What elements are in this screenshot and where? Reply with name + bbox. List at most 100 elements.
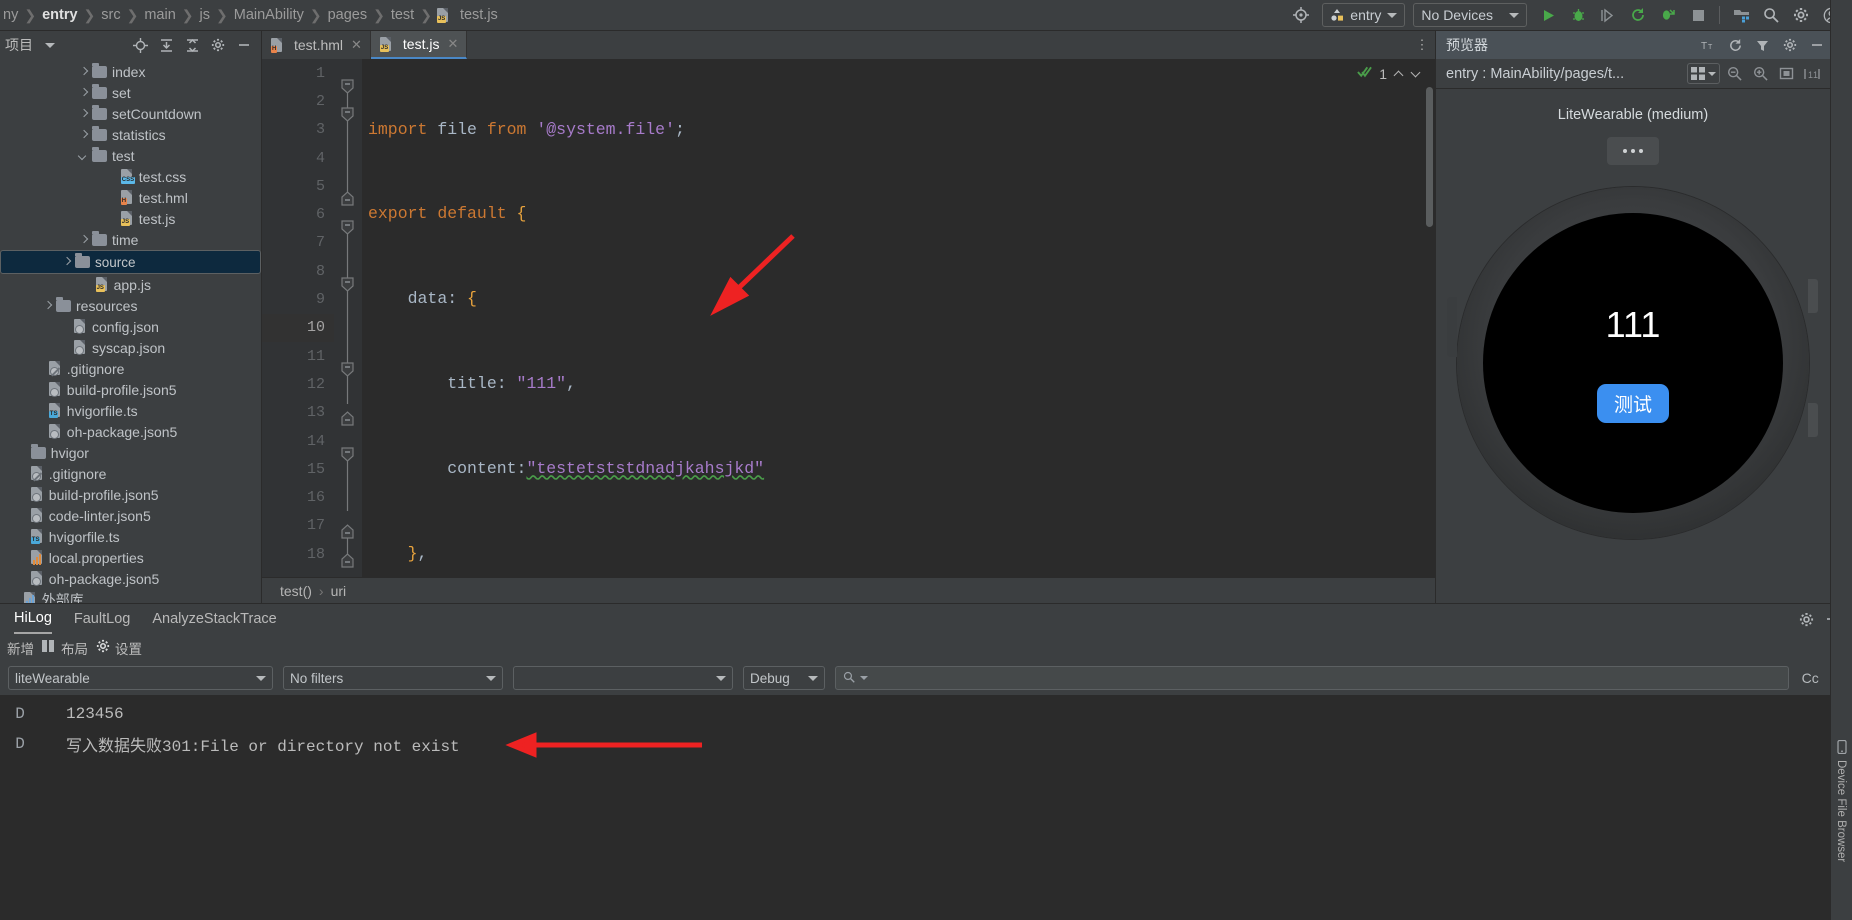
breadcrumb-item-6[interactable]: pages	[327, 7, 369, 23]
process-filter-select[interactable]: No filters	[283, 666, 503, 690]
more-options-icon[interactable]: ⋮	[1409, 31, 1435, 59]
chevron-right-icon[interactable]	[78, 66, 90, 78]
settings-icon[interactable]	[1794, 608, 1818, 630]
breadcrumb-item-1[interactable]: entry	[41, 7, 78, 23]
tree-item-test[interactable]: test	[0, 145, 261, 166]
match-case-toggle[interactable]: Cc	[1799, 670, 1822, 686]
expand-all-icon[interactable]	[154, 34, 178, 56]
rerun-icon[interactable]	[1623, 2, 1653, 28]
tree-item-code-linter-json5[interactable]: code-linter.json5	[0, 505, 261, 526]
tree-item-source[interactable]: source	[0, 250, 261, 274]
settings-icon[interactable]	[206, 34, 230, 56]
tree-item-setcountdown[interactable]: setCountdown	[0, 103, 261, 124]
more-dots-icon[interactable]	[1607, 137, 1659, 165]
tree-item-resources[interactable]: resources	[0, 295, 261, 316]
target-icon[interactable]	[1286, 2, 1316, 28]
debug-icon[interactable]	[1563, 2, 1593, 28]
preview-test-button[interactable]: 测试	[1596, 383, 1669, 423]
level-filter-select[interactable]: Debug	[743, 666, 825, 690]
settings-icon[interactable]	[1786, 2, 1816, 28]
collapse-all-icon[interactable]	[180, 34, 204, 56]
tree-item-build-profile-json5[interactable]: build-profile.json5	[0, 379, 261, 400]
stop-icon[interactable]	[1683, 2, 1713, 28]
chevron-down-icon[interactable]	[860, 676, 868, 680]
filter-icon[interactable]	[1749, 33, 1776, 57]
tree-item-index[interactable]: index	[0, 61, 261, 82]
close-icon[interactable]: ✕	[351, 37, 362, 53]
tree-item-test-hml[interactable]: Htest.hml	[0, 187, 261, 208]
extra-filter-select[interactable]	[513, 666, 733, 690]
tree-item-oh-package-json5[interactable]: oh-package.json5	[0, 421, 261, 442]
chevron-right-icon[interactable]	[78, 87, 90, 99]
tree-item-config-json[interactable]: config.json	[0, 316, 261, 337]
chevron-down-icon[interactable]	[1411, 69, 1421, 79]
inspection-status[interactable]: 1	[1357, 65, 1421, 82]
fit-screen-icon[interactable]	[1774, 62, 1798, 85]
tree-item--gitignore[interactable]: ​.gitignore	[0, 358, 261, 379]
device-combo[interactable]: No Devices	[1413, 3, 1527, 27]
chevron-right-icon[interactable]	[61, 256, 73, 268]
device-filter-select[interactable]: liteWearable	[8, 666, 273, 690]
tree-item--gitignore[interactable]: .gitignore	[0, 463, 261, 484]
log-tool-settings[interactable]: 设置	[96, 638, 142, 658]
run-icon[interactable]	[1533, 2, 1563, 28]
zoom-in-icon[interactable]	[1748, 62, 1772, 85]
watch-screen[interactable]: 111 测试	[1483, 213, 1783, 513]
tab-faultlog[interactable]: FaultLog	[74, 604, 130, 634]
breadcrumb-item-8[interactable]: test.js	[459, 7, 499, 23]
device-file-browser-icon[interactable]	[1835, 739, 1849, 757]
tree-item-test-js[interactable]: JS test.js	[0, 208, 261, 229]
run-config-combo[interactable]: entry	[1322, 3, 1406, 27]
tree-item-local-properties[interactable]: local.properties	[0, 547, 261, 568]
text-size-icon[interactable]: TT	[1695, 33, 1722, 57]
project-tree[interactable]: index set setCountdown statistics test CSS tes…	[0, 59, 261, 603]
tree-item-oh-package-json5[interactable]: oh-package.json5	[0, 568, 261, 589]
code-breadcrumb-item-0[interactable]: test()	[280, 583, 312, 599]
editor-scrollbar[interactable]	[1426, 87, 1433, 227]
tab-hilog[interactable]: HiLog	[14, 604, 52, 634]
code-area[interactable]: 1 2 3 4 5 6 7 8 9 10 11 12 13 14 15 16 17 18	[262, 59, 1435, 577]
device-manager-icon[interactable]	[1726, 2, 1756, 28]
chevron-down-icon[interactable]	[45, 42, 55, 48]
code-folding-column[interactable]	[334, 59, 362, 577]
locate-icon[interactable]	[128, 34, 152, 56]
tree-item-test-css[interactable]: CSS test.css	[0, 166, 261, 187]
breadcrumb-item-3[interactable]: main	[143, 7, 176, 23]
hide-panel-icon[interactable]	[232, 34, 256, 56]
minimize-icon[interactable]	[1803, 33, 1830, 57]
chevron-right-icon[interactable]	[78, 129, 90, 141]
editor-tab-test-js[interactable]: JS test.js ✕	[370, 31, 468, 59]
tree-item-statistics[interactable]: statistics	[0, 124, 261, 145]
previewer-path[interactable]: entry : MainAbility/pages/t...	[1446, 66, 1624, 82]
tree-item--[interactable]: 外部库	[0, 589, 261, 603]
breadcrumb-item-0[interactable]: ny	[2, 7, 19, 23]
tree-item-hvigorfile-ts[interactable]: TS hvigorfile.ts	[0, 526, 261, 547]
tree-item-time[interactable]: time	[0, 229, 261, 250]
run-with-coverage-icon[interactable]	[1593, 2, 1623, 28]
settings-icon[interactable]	[1776, 33, 1803, 57]
close-icon[interactable]: ✕	[448, 36, 459, 52]
breadcrumb-item-2[interactable]: src	[100, 7, 121, 23]
actual-size-icon[interactable]: 11	[1800, 62, 1824, 85]
code-breadcrumb-item-1[interactable]: uri	[331, 583, 347, 599]
tree-item-hvigor[interactable]: hvigor	[0, 442, 261, 463]
chevron-up-icon[interactable]	[1394, 69, 1404, 79]
tree-item-app-js[interactable]: JS app.js	[0, 274, 261, 295]
tree-item-build-profile-json5[interactable]: build-profile.json5	[0, 484, 261, 505]
zoom-out-icon[interactable]	[1722, 62, 1746, 85]
chevron-right-icon[interactable]	[42, 300, 54, 312]
breadcrumb-item-7[interactable]: test	[390, 7, 415, 23]
log-search-input[interactable]	[835, 666, 1789, 690]
breadcrumb-item-5[interactable]: MainAbility	[233, 7, 305, 23]
tab-analyzestacktrace[interactable]: AnalyzeStackTrace	[152, 604, 276, 634]
breadcrumb-item-4[interactable]: js	[199, 7, 211, 23]
chevron-right-icon[interactable]	[78, 234, 90, 246]
log-output[interactable]: D 123456 D 写入数据失败301:File or directory n…	[0, 695, 1852, 920]
profile-icon[interactable]	[1653, 2, 1683, 28]
code-content[interactable]: import file from '@system.file'; export …	[362, 59, 1435, 577]
tree-item-hvigorfile-ts[interactable]: TS hvigorfile.ts	[0, 400, 261, 421]
editor-tab-test-hml[interactable]: H test.hml ✕	[262, 31, 371, 59]
tree-item-set[interactable]: set	[0, 82, 261, 103]
tree-item-syscap-json[interactable]: syscap.json	[0, 337, 261, 358]
search-icon[interactable]	[1756, 2, 1786, 28]
